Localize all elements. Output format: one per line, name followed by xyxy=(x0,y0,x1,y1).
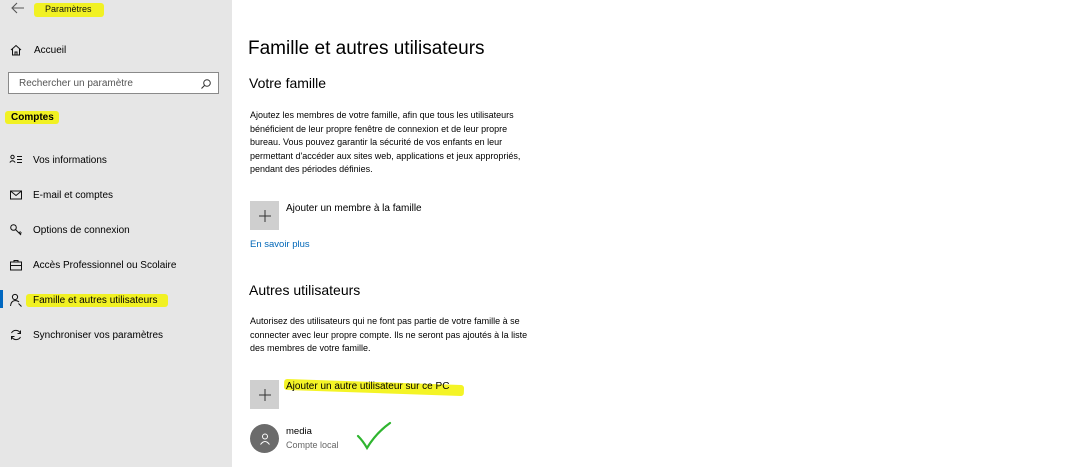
sidebar-item-email[interactable]: E-mail et comptes xyxy=(8,186,113,204)
active-indicator xyxy=(0,290,3,308)
sidebar-item-label: Famille et autres utilisateurs xyxy=(33,294,158,306)
person-icon xyxy=(8,292,24,308)
search-box[interactable] xyxy=(8,72,219,94)
sidebar-item-label: E-mail et comptes xyxy=(33,189,114,201)
briefcase-icon xyxy=(8,257,24,273)
family-description-line: pendant des périodes définies. xyxy=(250,164,373,174)
page-title: Famille et autres utilisateurs xyxy=(248,38,485,59)
search-input[interactable] xyxy=(9,77,199,89)
user-avatar[interactable] xyxy=(250,424,279,453)
checkmark-icon xyxy=(356,421,392,451)
plus-icon xyxy=(258,388,271,401)
user-account-type: Compte local xyxy=(286,440,339,450)
family-description-line: Ajoutez les membres de votre famille, af… xyxy=(250,110,514,120)
other-users-description-line: des membres de votre famille. xyxy=(250,343,371,353)
user-name[interactable]: media xyxy=(286,426,312,437)
sidebar-item-label: Synchroniser vos paramètres xyxy=(33,329,164,341)
sidebar: Paramètres Accueil Comptes Vos informati… xyxy=(0,0,232,467)
sidebar-item-synchroniser[interactable]: Synchroniser vos paramètres xyxy=(8,326,163,344)
search-icon[interactable] xyxy=(198,76,214,92)
add-family-member-label[interactable]: Ajouter un membre à la famille xyxy=(286,203,422,214)
window-title: Paramètres xyxy=(45,4,92,14)
plus-icon xyxy=(258,209,271,222)
nav-home-label: Accueil xyxy=(34,44,67,56)
home-icon xyxy=(8,42,24,58)
family-heading: Votre famille xyxy=(249,75,327,91)
sidebar-item-label: Accès Professionnel ou Scolaire xyxy=(33,259,177,271)
nav-home[interactable]: Accueil xyxy=(8,41,66,59)
family-description-line: bénéficient de leur propre fenêtre de co… xyxy=(250,123,508,134)
family-description: Ajoutez les membres de votre famille, af… xyxy=(250,109,560,177)
back-arrow-icon[interactable] xyxy=(10,1,26,15)
person-icon xyxy=(259,433,270,445)
mail-icon xyxy=(8,187,24,203)
other-users-description-line: connecter avec leur propre compte. Ils n… xyxy=(250,329,528,340)
add-other-user-label[interactable]: Ajouter un autre utilisateur sur ce PC xyxy=(286,381,449,392)
sidebar-item-acces-pro[interactable]: Accès Professionnel ou Scolaire xyxy=(8,256,176,274)
person-lines-icon xyxy=(8,152,24,168)
sidebar-item-label: Vos informations xyxy=(33,154,107,166)
sidebar-item-vos-informations[interactable]: Vos informations xyxy=(8,151,107,169)
section-title: Comptes xyxy=(11,112,54,123)
other-users-description: Autorisez des utilisateurs qui ne font p… xyxy=(250,315,560,356)
sync-icon xyxy=(8,327,24,343)
add-other-user-button[interactable] xyxy=(250,380,279,409)
learn-more-link[interactable]: En savoir plus xyxy=(250,239,310,250)
family-description-line: permettant d'accéder aux sites web, appl… xyxy=(250,150,521,161)
other-users-heading: Autres utilisateurs xyxy=(249,282,361,298)
key-icon xyxy=(8,222,24,238)
sidebar-item-options-connexion[interactable]: Options de connexion xyxy=(8,221,130,239)
family-description-line: bureau. Vous pouvez garantir la sécurité… xyxy=(250,137,503,147)
main-panel: Famille et autres utilisateurs Votre fam… xyxy=(232,0,1080,467)
other-users-description-line: Autorisez des utilisateurs qui ne font p… xyxy=(250,316,520,326)
sidebar-item-label: Options de connexion xyxy=(33,224,130,236)
add-family-member-button[interactable] xyxy=(250,201,279,230)
sidebar-item-famille[interactable]: Famille et autres utilisateurs xyxy=(8,291,158,309)
